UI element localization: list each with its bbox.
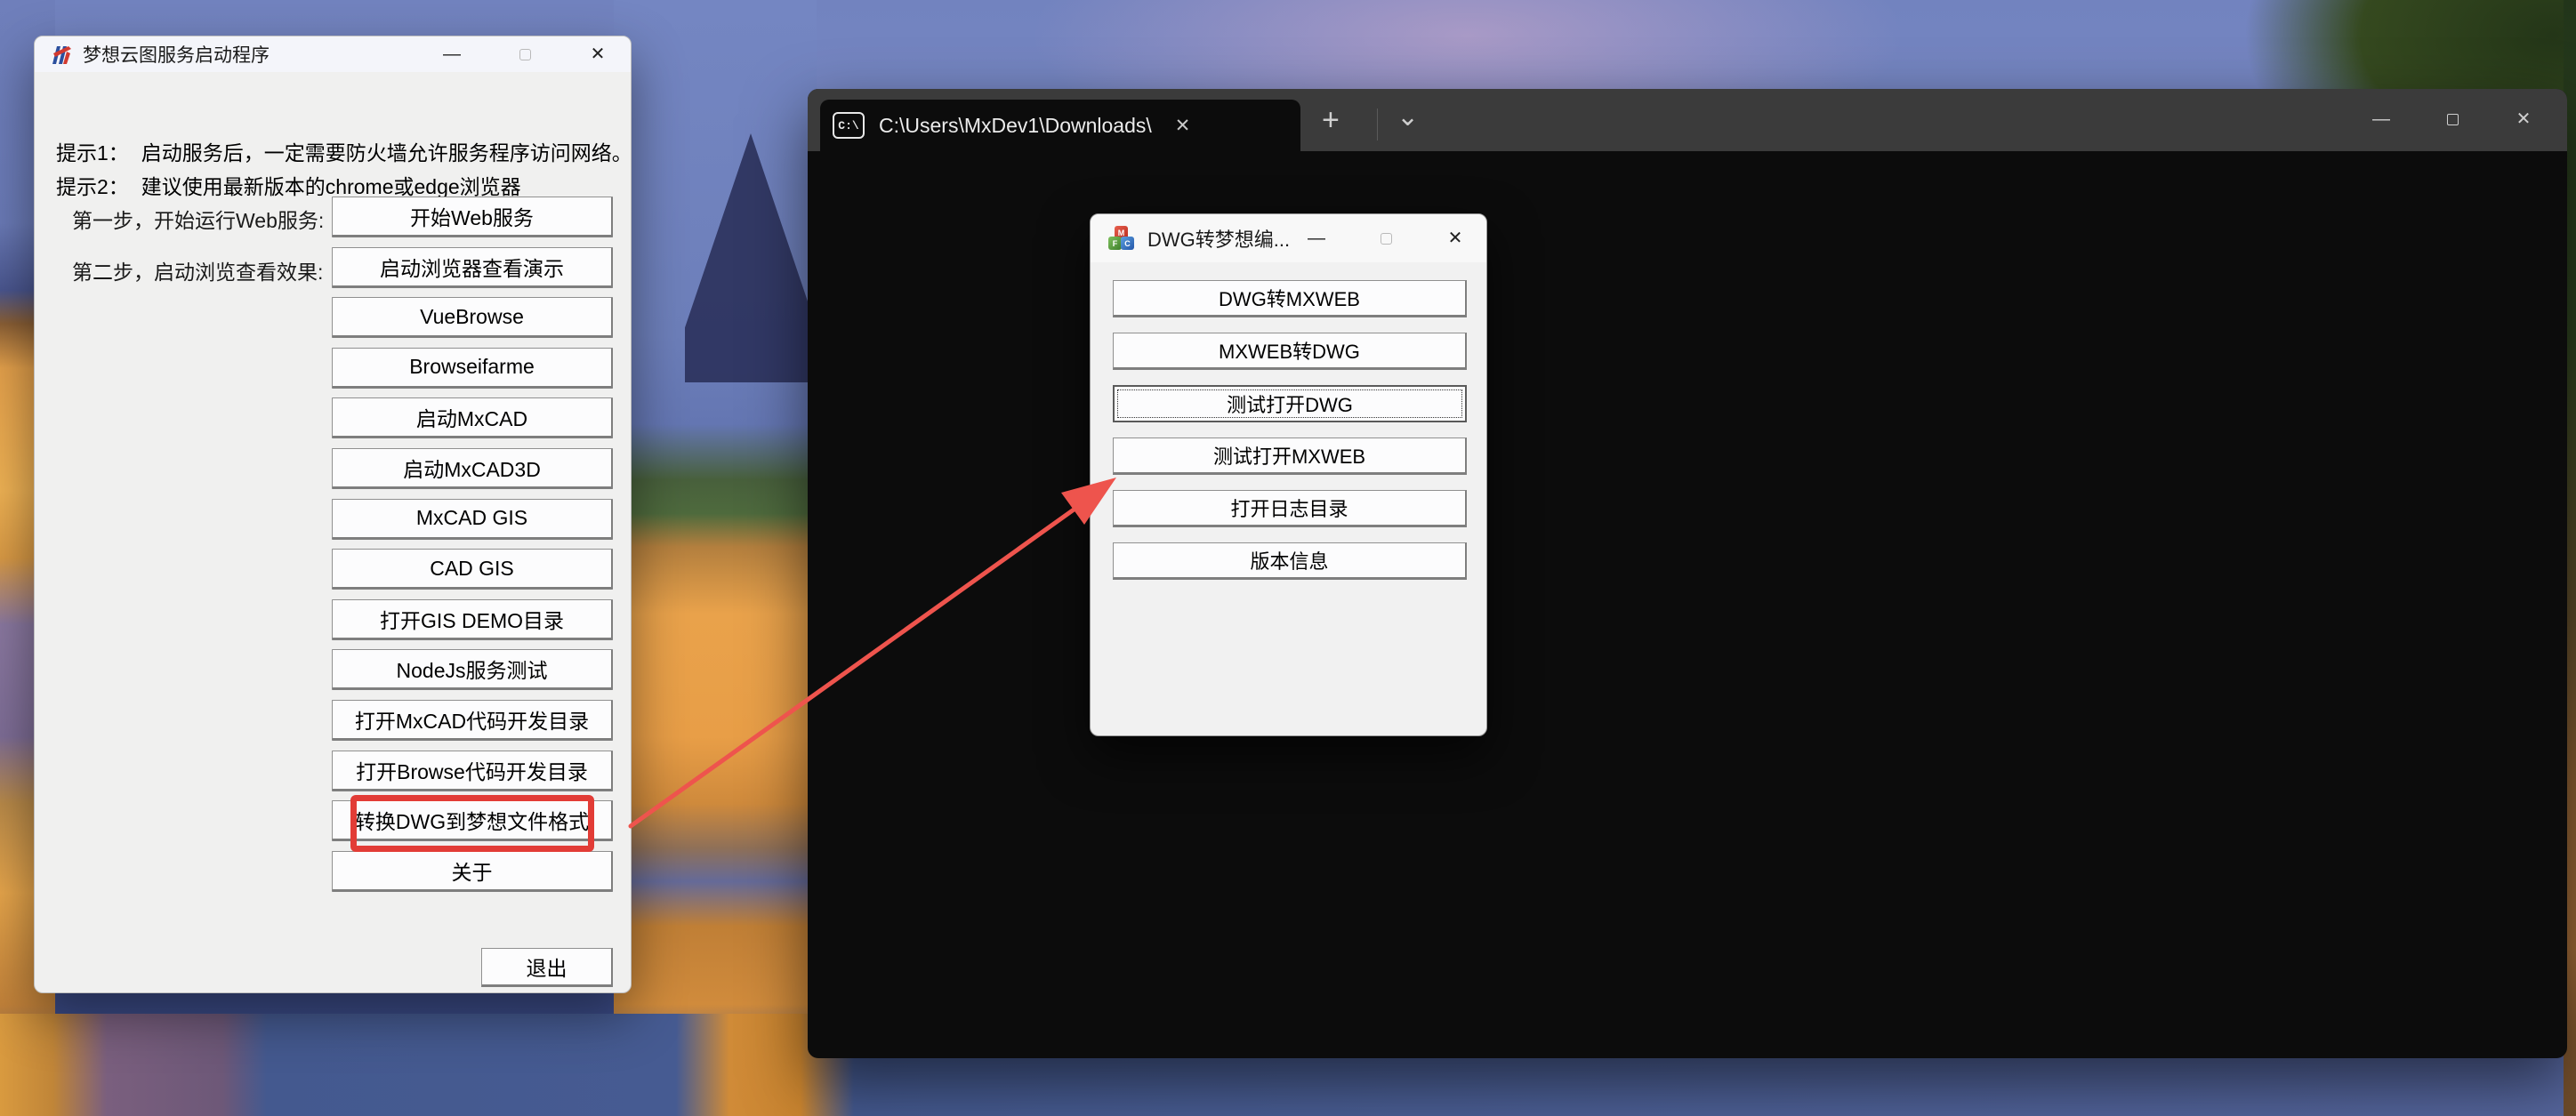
dwg-dialog-window: M F C DWG转梦想编... — ✕ DWG转MXWEB MXWEB转DWG 测… [1090, 213, 1487, 736]
close-button[interactable]: ✕ [577, 39, 618, 69]
exit-button[interactable]: 退出 [481, 948, 613, 987]
launcher-button[interactable]: NodeJs服务测试 [332, 649, 613, 690]
launcher-button[interactable]: 打开GIS DEMO目录 [332, 599, 613, 640]
terminal-minimize-button[interactable]: — [2361, 101, 2402, 137]
launcher-button[interactable]: 启动MxCAD3D [332, 448, 613, 489]
hint-1: 提示1： 启动服务后，一定需要防火墙允许服务程序访问网络。 [56, 136, 632, 166]
dialog-button[interactable]: 打开日志目录 [1113, 490, 1467, 527]
dialog-button[interactable]: DWG转MXWEB [1113, 280, 1467, 317]
minimize-button[interactable]: — [431, 39, 472, 69]
dialog-maximize-icon [1381, 233, 1392, 245]
hint-2-label: 提示2： [56, 175, 129, 198]
mfc-app-icon: M F C [1108, 226, 1135, 251]
launcher-button-column: 开始Web服务启动浏览器查看演示 VueBrowse Browseifarme 启动M… [332, 197, 613, 892]
chevron-down-icon[interactable]: ⌄ [1397, 101, 1419, 132]
terminal-window: C:\ C:\Users\MxDev1\Downloads\ ✕ + ⌄ — ✕ [808, 89, 2567, 1058]
hint-2: 提示2： 建议使用最新版本的chrome或edge浏览器 [56, 170, 521, 200]
launcher-window: 梦想云图服务启动程序 — ✕ 提示1： 启动服务后，一定需要防火墙允许服务程序访问… [34, 36, 632, 993]
desktop: 梦想云图服务启动程序 — ✕ 提示1： 启动服务后，一定需要防火墙允许服务程序访问… [0, 0, 2576, 1116]
dialog-minimize-button[interactable]: — [1296, 223, 1337, 253]
launcher-button[interactable]: 转换DWG到梦想文件格式 [332, 800, 613, 841]
dialog-titlebar[interactable]: M F C DWG转梦想编... — ✕ [1091, 214, 1486, 262]
launcher-window-title: 梦想云图服务启动程序 [83, 41, 270, 68]
tabbar-divider [1377, 108, 1378, 141]
launcher-button[interactable]: 打开MxCAD代码开发目录 [332, 700, 613, 741]
step-2-label: 第二步，启动浏览查看效果: [72, 255, 323, 285]
dialog-maximize-button[interactable] [1365, 223, 1406, 253]
launcher-button[interactable]: MxCAD GIS [332, 499, 613, 540]
mxdraw-logo-icon [51, 44, 72, 64]
dialog-button[interactable]: 测试打开DWG [1113, 385, 1467, 422]
dialog-button[interactable]: 版本信息 [1113, 542, 1467, 580]
launcher-button[interactable]: 开始Web服务 [332, 197, 613, 237]
mfc-cube-c: C [1121, 237, 1134, 250]
launcher-button[interactable]: 打开Browse代码开发目录 [332, 751, 613, 791]
tab-close-icon[interactable]: ✕ [1175, 115, 1191, 137]
terminal-close-button[interactable]: ✕ [2503, 101, 2544, 137]
terminal-maximize-button[interactable] [2432, 101, 2473, 137]
terminal-tab[interactable]: C:\ C:\Users\MxDev1\Downloads\ ✕ [820, 100, 1300, 151]
maximize-button[interactable] [504, 39, 545, 69]
launcher-button[interactable]: VueBrowse [332, 297, 613, 338]
terminal-tab-title: C:\Users\MxDev1\Downloads\ [879, 114, 1152, 138]
hint-1-text: 启动服务后，一定需要防火墙允许服务程序访问网络。 [141, 141, 632, 165]
launcher-button[interactable]: 启动MxCAD [332, 397, 613, 438]
dialog-button[interactable]: MXWEB转DWG [1113, 333, 1467, 370]
maximize-icon [519, 49, 531, 60]
dialog-window-title: DWG转梦想编... [1147, 224, 1290, 253]
launcher-button[interactable]: CAD GIS [332, 549, 613, 590]
hint-2-text: 建议使用最新版本的chrome或edge浏览器 [141, 175, 521, 198]
terminal-titlebar[interactable]: C:\ C:\Users\MxDev1\Downloads\ ✕ + ⌄ — ✕ [808, 89, 2567, 151]
launcher-button[interactable]: 启动浏览器查看演示 [332, 247, 613, 288]
launcher-button[interactable]: 关于 [332, 851, 613, 892]
dialog-button[interactable]: 测试打开MXWEB [1113, 438, 1467, 475]
hint-1-label: 提示1： [56, 141, 129, 165]
dialog-close-button[interactable]: ✕ [1435, 223, 1476, 253]
mfc-cube-f: F [1108, 237, 1122, 250]
launcher-titlebar[interactable]: 梦想云图服务启动程序 — ✕ [35, 36, 631, 72]
step-1-label: 第一步，开始运行Web服务: [72, 204, 324, 234]
dialog-button-column: DWG转MXWEB MXWEB转DWG 测试打开DWG 测试打开MXWEB 打开日志目录… [1113, 280, 1467, 580]
new-tab-button[interactable]: + [1322, 105, 1340, 135]
launcher-button[interactable]: Browseifarme [332, 348, 613, 389]
wallpaper-castle-middle [614, 0, 817, 1116]
cmd-icon: C:\ [833, 112, 865, 139]
terminal-maximize-icon [2447, 114, 2459, 125]
